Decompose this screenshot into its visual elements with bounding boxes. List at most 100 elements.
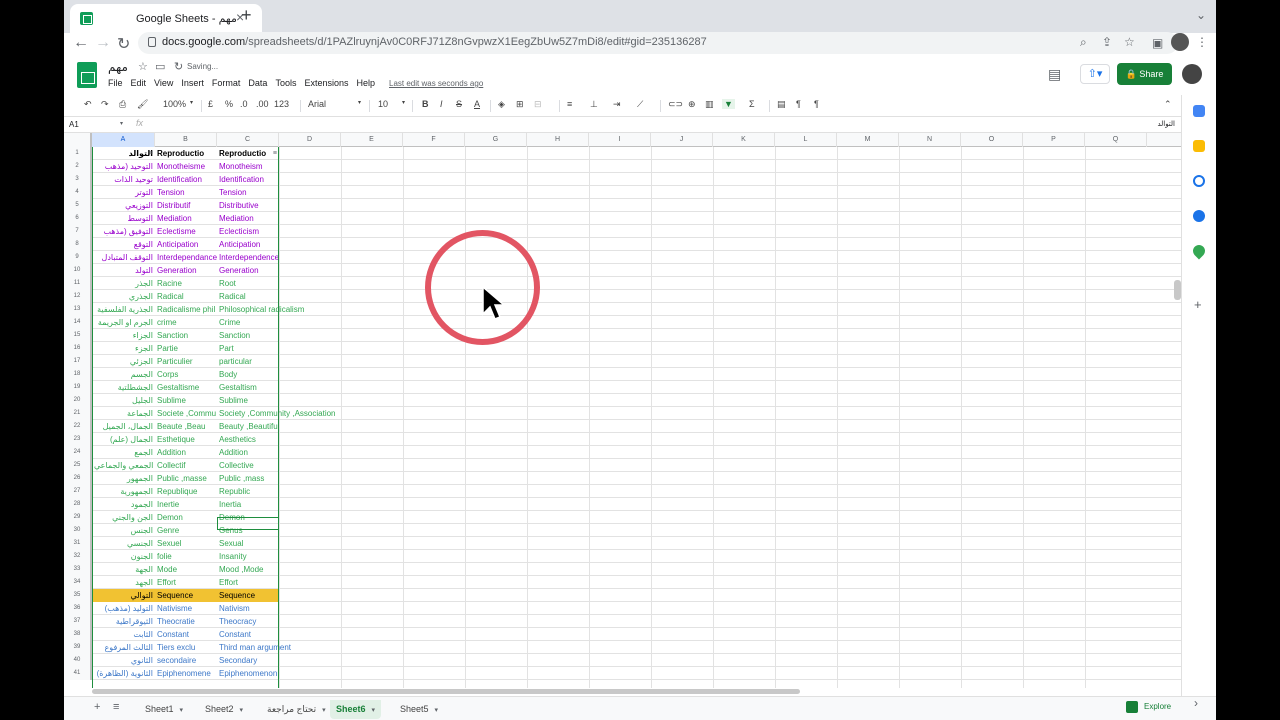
maps-icon[interactable] [1190,242,1208,260]
cell-b-13[interactable]: Radicalisme phil [155,303,217,316]
cell-b-4[interactable]: Tension [155,186,217,199]
cell-b-24[interactable]: Addition [155,446,217,459]
filter-icon[interactable]: ▼ [722,99,735,109]
tasks-icon[interactable] [1193,175,1205,187]
cell-c-12[interactable]: Radical [217,290,279,303]
cell-c-39[interactable]: Third man argument [217,641,291,654]
currency-format-button[interactable]: £ [208,99,213,109]
browser-menu-icon[interactable]: ⋮ [1196,35,1208,49]
row-header[interactable]: 18 [64,368,92,381]
cell-a-39[interactable]: الثالث المرفوع [92,641,155,654]
cell-b-26[interactable]: Public ,masse [155,472,217,485]
cell-b-21[interactable]: Societe ,Commu [155,407,217,420]
browser-tab[interactable]: Google Sheets - مهم × [70,4,262,33]
cell-c-16[interactable]: Part [217,342,279,355]
forward-arrow-icon[interactable]: → [95,34,111,52]
share-button[interactable]: 🔒 Share [1117,63,1172,85]
row-header[interactable]: 8 [64,238,92,251]
cell-a-25[interactable]: الجمعي والجماعي [92,459,155,472]
cell-b-7[interactable]: Eclectisme [155,225,217,238]
search-icon[interactable]: ⌕ [1080,35,1087,50]
cell-a-1[interactable]: التوالد ≡ [92,147,155,160]
text-rotation-icon[interactable]: ⟋ [637,99,643,110]
menu-format[interactable]: Format [212,78,241,92]
row-header[interactable]: 36 [64,602,92,615]
text-wrap-icon[interactable]: ⇥ [613,99,621,110]
cell-c-8[interactable]: Anticipation [217,238,279,251]
cell-c-36[interactable]: Nativism [217,602,279,615]
row-header[interactable]: 37 [64,615,92,628]
cell-a-34[interactable]: الجهد [92,576,155,589]
chevron-down-icon[interactable]: ▾ [120,120,123,127]
row-header[interactable]: 41 [64,667,92,680]
get-addons-icon[interactable]: + [1194,297,1202,312]
column-header-n[interactable]: N [899,133,961,147]
row-header[interactable]: 17 [64,355,92,368]
cell-c-3[interactable]: Identification [217,173,279,186]
functions-icon[interactable]: Σ [749,99,755,109]
cell-a-38[interactable]: الثابت [92,628,155,641]
cell-b-36[interactable]: Nativisme [155,602,217,615]
vertical-scrollbar[interactable] [1174,280,1181,300]
row-header[interactable]: 32 [64,550,92,563]
cell-b-15[interactable]: Sanction [155,329,217,342]
cell-a-3[interactable]: توحيد الذات [92,173,155,186]
explore-button[interactable]: Explore [1144,702,1171,711]
row-header[interactable]: 14 [64,316,92,329]
ltr-icon[interactable]: ¶ [814,99,819,109]
filter-toggle-icon[interactable]: ≡ [149,147,153,160]
cell-c-13[interactable]: Philosophical radicalism [217,303,304,316]
cell-a-6[interactable]: التوسط [92,212,155,225]
column-header-m[interactable]: M [837,133,899,147]
cell-a-29[interactable]: الجن والجني [92,511,155,524]
undo-icon[interactable]: ↶ [84,99,92,110]
cell-b-23[interactable]: Esthetique [155,433,217,446]
column-header-c[interactable]: C [217,133,279,147]
cell-a-32[interactable]: الجنون [92,550,155,563]
cell-a-36[interactable]: (التوليد (مذهب [92,602,155,615]
cell-a-40[interactable]: الثانوي [92,654,155,667]
rtl-icon[interactable]: ¶ [796,99,801,109]
horizontal-scrollbar[interactable] [92,689,800,694]
cell-c-32[interactable]: Insanity [217,550,279,563]
present-button[interactable]: ⇧▾ [1080,64,1110,84]
row-header[interactable]: 7 [64,225,92,238]
cell-b-14[interactable]: crime [155,316,217,329]
row-header[interactable]: 22 [64,420,92,433]
cell-c-4[interactable]: Tension [217,186,279,199]
sheets-logo-icon[interactable] [77,62,97,88]
cell-a-33[interactable]: الجهة [92,563,155,576]
cell-c-19[interactable]: Gestaltism [217,381,279,394]
keep-icon[interactable] [1193,140,1205,152]
cell-a-16[interactable]: الجزء [92,342,155,355]
cell-c-28[interactable]: Inertia [217,498,279,511]
cell-c-18[interactable]: Body [217,368,279,381]
cell-b-18[interactable]: Corps [155,368,217,381]
column-header-j[interactable]: J [651,133,713,147]
name-box[interactable]: A1 [69,120,79,129]
cell-a-10[interactable]: التولد [92,264,155,277]
cell-b-35[interactable]: Sequence [155,589,217,602]
cell-b-9[interactable]: Interdependance [155,251,217,264]
row-header[interactable]: 27 [64,485,92,498]
cell-c-2[interactable]: Monotheism [217,160,279,173]
cell-a-12[interactable]: الجذري [92,290,155,303]
increase-decimal-button[interactable]: .00 [256,99,269,109]
cell-c-7[interactable]: Eclecticism [217,225,279,238]
cell-b-25[interactable]: Collectif [155,459,217,472]
cell-b-41[interactable]: Epiphenomene [155,667,217,680]
row-header[interactable]: 31 [64,537,92,550]
cell-b-8[interactable]: Anticipation [155,238,217,251]
cell-c-5[interactable]: Distributive [217,199,279,212]
cell-b-27[interactable]: Republique [155,485,217,498]
row-header[interactable]: 25 [64,459,92,472]
bookmark-star-icon[interactable]: ☆ [1124,35,1135,49]
user-avatar[interactable] [1182,64,1202,84]
cell-c-27[interactable]: Republic [217,485,279,498]
borders-icon[interactable]: ⊞ [516,99,524,110]
cell-b-6[interactable]: Mediation [155,212,217,225]
cell-a-14[interactable]: الجرم او الجريمة [92,316,155,329]
column-header-h[interactable]: H [527,133,589,147]
text-color-button[interactable]: A [474,99,480,109]
cell-a-20[interactable]: الجليل [92,394,155,407]
